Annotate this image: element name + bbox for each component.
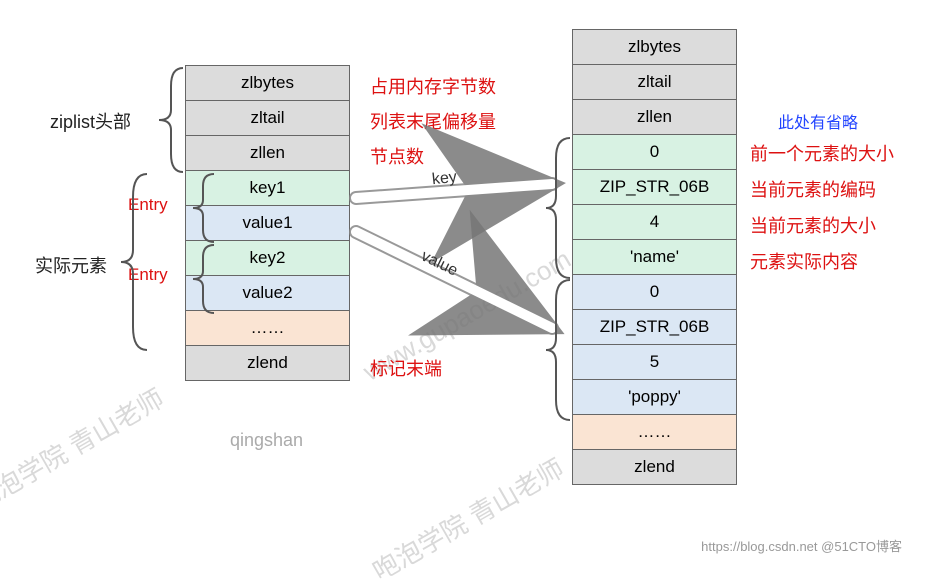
desc-zltail: 列表末尾偏移量: [370, 108, 496, 134]
r-zllen: zllen: [572, 99, 737, 135]
r-k-prev: 0: [572, 134, 737, 170]
r-v-len: 5: [572, 344, 737, 380]
r-k-val: 'name': [572, 239, 737, 275]
desc-prev: 前一个元素的大小: [750, 140, 894, 166]
watermark: 咆泡学院 青山老师: [365, 449, 570, 588]
label-actual-elements: 实际元素: [35, 252, 107, 278]
r-zlbytes: zlbytes: [572, 29, 737, 65]
cell-zlend: zlend: [185, 345, 350, 381]
cell-zltail: zltail: [185, 100, 350, 136]
brace-entry2: [188, 243, 216, 315]
r-k-enc: ZIP_STR_06B: [572, 169, 737, 205]
ziplist-right-table: zlbytes zltail zllen 0 ZIP_STR_06B 4 'na…: [572, 30, 737, 485]
cell-zlbytes: zlbytes: [185, 65, 350, 101]
author-name: qingshan: [230, 430, 303, 451]
desc-zlbytes: 占用内存字节数: [370, 73, 496, 99]
brace-value-entry: [542, 278, 572, 422]
desc-enc: 当前元素的编码: [750, 176, 876, 202]
brace-key-entry: [542, 136, 572, 280]
r-v-val: 'poppy': [572, 379, 737, 415]
arrow-value: [352, 220, 572, 350]
r-zlend: zlend: [572, 449, 737, 485]
brace-entry1: [188, 172, 216, 244]
arrow-key-label: key: [431, 169, 458, 190]
note-omitted: 此处有省略: [778, 109, 858, 133]
watermark: 咆泡学院 青山老师: [0, 379, 170, 519]
r-v-enc: ZIP_STR_06B: [572, 309, 737, 345]
label-ziplist-header: ziplist头部: [50, 108, 131, 134]
desc-zlend: 标记末端: [370, 355, 442, 381]
cell-zllen: zllen: [185, 135, 350, 171]
cell-more: ……: [185, 310, 350, 346]
r-k-len: 4: [572, 204, 737, 240]
desc-zllen: 节点数: [370, 143, 424, 169]
r-v-prev: 0: [572, 274, 737, 310]
r-zltail: zltail: [572, 64, 737, 100]
desc-len: 当前元素的大小: [750, 212, 876, 238]
credit-line: https://blog.csdn.net @51CTO博客: [701, 536, 902, 555]
brace-header: [153, 66, 185, 174]
brace-actual: [115, 172, 149, 352]
r-more: ……: [572, 414, 737, 450]
desc-val: 元素实际内容: [750, 248, 858, 274]
